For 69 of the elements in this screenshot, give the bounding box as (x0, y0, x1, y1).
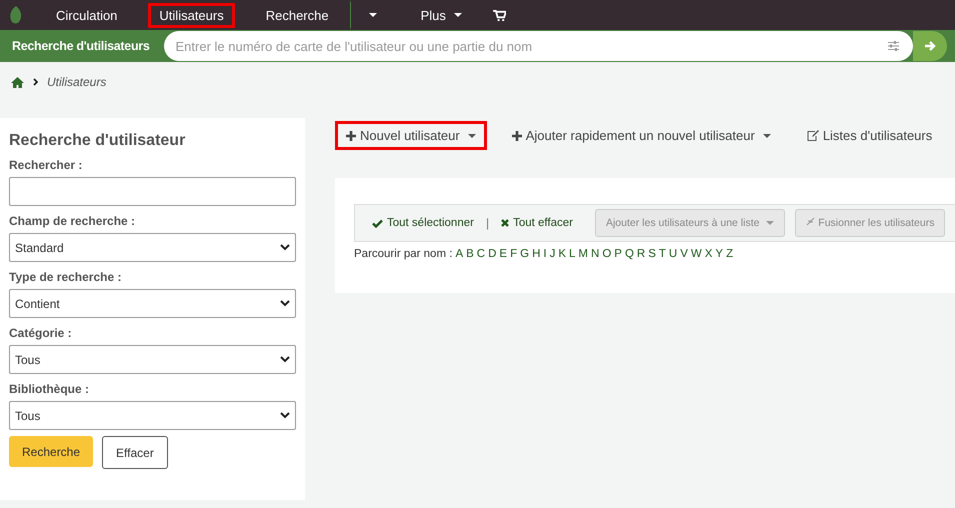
clear-all-link[interactable]: Tout effacer (501, 217, 573, 229)
letter-link[interactable]: B (466, 248, 474, 260)
letter-link[interactable]: A (455, 248, 464, 260)
letter-link[interactable]: P (614, 248, 622, 260)
plus-icon (512, 130, 522, 140)
chevron-down-icon (280, 412, 290, 419)
browse-label: Parcourir par nom : (354, 248, 452, 260)
plus-icon (346, 130, 356, 140)
search-field[interactable]: Entrer le numéro de carte de l'utilisateur ou une partie du nom (164, 31, 913, 61)
sliders-icon[interactable] (888, 41, 899, 51)
letter-link[interactable]: E (499, 248, 508, 260)
field-label: Catégorie : (9, 326, 73, 340)
nav-link[interactable]: Circulation (45, 2, 128, 28)
select-dropdown[interactable]: Tous (9, 401, 296, 430)
field-label: Bibliothèque : (9, 382, 90, 396)
chevron-icon (33, 78, 38, 86)
letter-link[interactable]: C (476, 248, 486, 260)
letter-link[interactable]: R (636, 248, 646, 260)
field-label: Rechercher : (9, 158, 84, 172)
separator: | (486, 216, 490, 230)
letter-link[interactable]: N (591, 248, 600, 260)
letter-link[interactable]: I (543, 248, 547, 260)
letter-link[interactable]: H (532, 248, 540, 260)
toolbar-link[interactable]: Listes d'utilisateurs (796, 121, 944, 150)
letter-link[interactable]: D (488, 248, 496, 260)
letter-link[interactable]: T (658, 248, 666, 260)
letter-link[interactable]: Z (726, 248, 734, 260)
letter-link[interactable]: G (520, 248, 530, 260)
chevron-down-icon (280, 300, 290, 307)
letter-link[interactable]: O (602, 248, 612, 260)
arrow-right-icon (924, 40, 936, 52)
letter-link[interactable]: W (690, 248, 702, 260)
breadcrumb-current: Utilisateurs (47, 75, 106, 89)
field-label: Type de recherche : (9, 270, 122, 284)
letter-link[interactable]: Q (624, 248, 634, 260)
letter-link[interactable]: V (680, 248, 688, 260)
field-label: Champ de recherche : (9, 214, 136, 228)
chevron-down-icon (280, 356, 290, 363)
select-dropdown[interactable]: Tous (9, 345, 296, 374)
close-icon (501, 219, 510, 227)
cart-icon[interactable] (492, 10, 506, 20)
search-input[interactable] (9, 177, 296, 206)
select-dropdown[interactable]: Standard (9, 233, 296, 262)
letter-link[interactable]: S (648, 248, 656, 260)
nav-dropdown[interactable]: Plus (410, 2, 473, 28)
check-icon (372, 218, 383, 228)
letter-link[interactable]: K (558, 248, 566, 260)
letter-link[interactable]: X (704, 248, 712, 260)
edit-icon (806, 130, 819, 141)
letter-link[interactable]: L (569, 248, 576, 260)
clear-button[interactable]: Effacer (102, 436, 168, 469)
letter-link[interactable]: Y (715, 248, 724, 260)
nav-link[interactable]: Recherche (254, 2, 340, 28)
letter-link[interactable]: M (578, 248, 588, 260)
toolbar-link[interactable]: Nouvel utilisateur (335, 121, 487, 150)
letter-link[interactable]: U (668, 248, 678, 260)
chevron-down-icon (280, 244, 290, 251)
search-button[interactable]: Recherche (9, 436, 94, 467)
letter-link[interactable]: J (550, 248, 556, 260)
letter-link[interactable]: F (510, 248, 518, 260)
select-dropdown[interactable]: Contient (9, 289, 296, 318)
toolbar-link[interactable]: Ajouter rapidement un nouvel utilisateur (500, 121, 782, 150)
compress-icon (806, 217, 816, 226)
search-tab[interactable]: Recherche d'utilisateurs (0, 39, 162, 53)
select-all-link[interactable]: Tout sélectionner (372, 217, 474, 229)
home-icon[interactable] (11, 76, 24, 88)
nav-link[interactable]: Utilisateurs (148, 2, 235, 28)
sidebar-title: Recherche d'utilisateur (9, 132, 186, 150)
submit-button[interactable] (913, 31, 947, 61)
